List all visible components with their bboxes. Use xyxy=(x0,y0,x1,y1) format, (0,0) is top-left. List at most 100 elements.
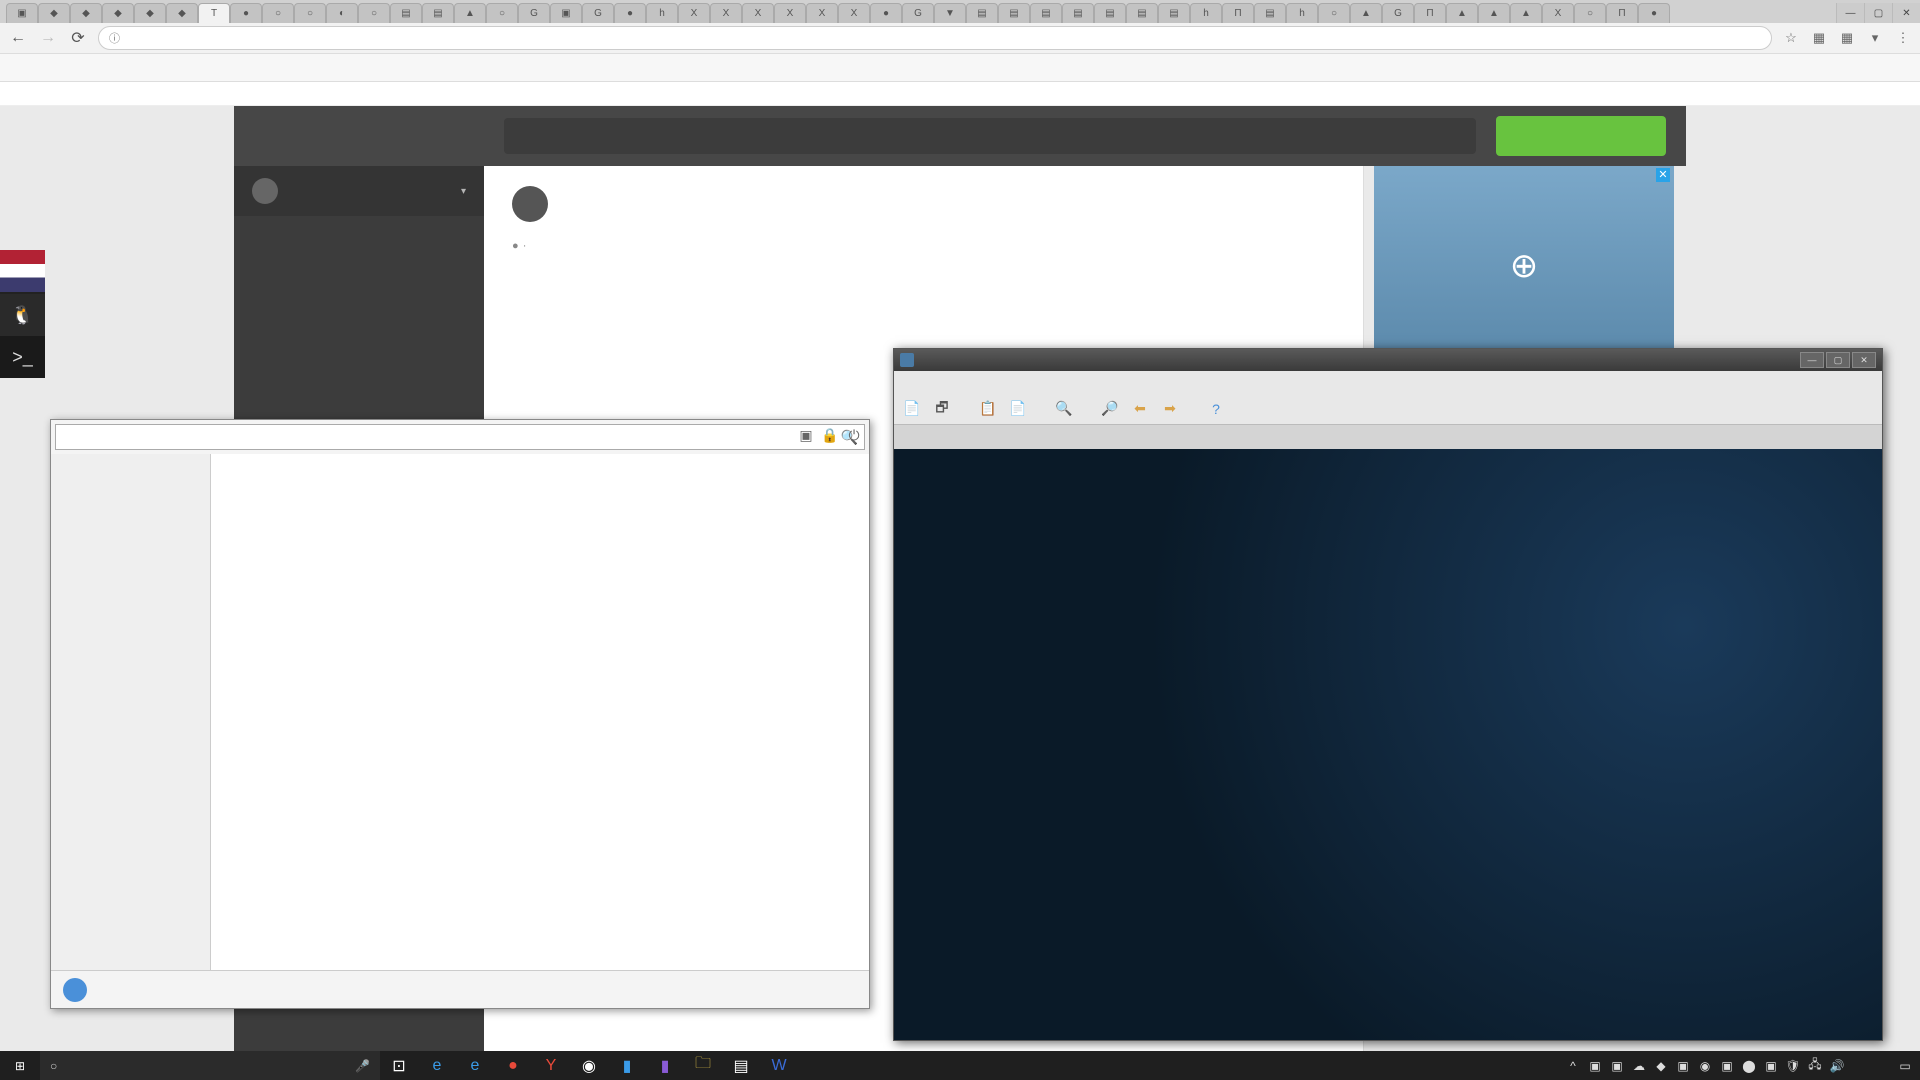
app-icon[interactable]: 🐧 xyxy=(0,294,45,336)
vscode-icon[interactable]: ▮ xyxy=(608,1051,646,1080)
browser-tab[interactable]: ▣ xyxy=(550,3,582,23)
browser-tab[interactable]: ▲ xyxy=(1446,3,1478,23)
flag-icon[interactable] xyxy=(0,250,45,292)
browser-tab[interactable]: ▲ xyxy=(1350,3,1382,23)
browser-tab[interactable]: h xyxy=(1286,3,1318,23)
app-icon[interactable]: ● xyxy=(494,1051,532,1080)
app-icon[interactable]: ▤ xyxy=(722,1051,760,1080)
tray-icon[interactable]: ▣ xyxy=(1606,1059,1628,1073)
maximize-button[interactable]: ▢ xyxy=(1864,3,1892,23)
tray-icon[interactable]: ◆ xyxy=(1650,1059,1672,1073)
browser-tab[interactable]: G xyxy=(902,3,934,23)
start-search[interactable]: 🔍 xyxy=(55,424,865,450)
tray-icon[interactable]: ☁ xyxy=(1628,1059,1650,1073)
browser-tab[interactable]: ▤ xyxy=(1158,3,1190,23)
browser-tab[interactable]: X xyxy=(1542,3,1574,23)
new-window-icon[interactable]: 🗗 xyxy=(930,397,954,421)
start-user-row[interactable] xyxy=(51,970,869,1008)
network-icon[interactable]: 🖧 xyxy=(1804,1055,1826,1076)
browser-tab[interactable]: X xyxy=(710,3,742,23)
vs-icon[interactable]: ▮ xyxy=(646,1051,684,1080)
browser-tab[interactable]: h xyxy=(646,3,678,23)
browser-tab[interactable]: ○ xyxy=(1574,3,1606,23)
browser-tab[interactable]: ▤ xyxy=(1030,3,1062,23)
terminal-output[interactable] xyxy=(894,449,1882,1040)
browser-tab-active[interactable]: Т xyxy=(198,3,230,23)
browser-tab[interactable]: ▤ xyxy=(998,3,1030,23)
browser-tab[interactable]: Π xyxy=(1222,3,1254,23)
browser-tab[interactable]: G xyxy=(518,3,550,23)
browser-tab[interactable]: ▤ xyxy=(390,3,422,23)
app-icon[interactable]: ⊡ xyxy=(380,1051,418,1080)
browser-tab[interactable]: ○ xyxy=(486,3,518,23)
menu-icon[interactable]: ⋮ xyxy=(1894,29,1912,47)
browser-tab[interactable]: ▤ xyxy=(966,3,998,23)
yandex-icon[interactable]: Y xyxy=(532,1051,570,1080)
browser-tab[interactable]: ◆ xyxy=(70,3,102,23)
site-search[interactable] xyxy=(504,118,1476,154)
close-button[interactable]: ✕ xyxy=(1892,3,1920,23)
browser-tab[interactable]: ▲ xyxy=(1478,3,1510,23)
browser-tab[interactable]: ◆ xyxy=(166,3,198,23)
word-icon[interactable]: W xyxy=(760,1051,798,1080)
browser-tab[interactable]: G xyxy=(1382,3,1414,23)
zoom-in-icon[interactable]: 🔎 xyxy=(1098,397,1122,421)
browser-tab[interactable]: h xyxy=(1190,3,1222,23)
notifications-icon[interactable]: ▭ xyxy=(1894,1059,1916,1073)
volume-icon[interactable]: 🔊 xyxy=(1826,1059,1848,1073)
browser-tab[interactable]: ○ xyxy=(1318,3,1350,23)
help-icon[interactable]: ? xyxy=(1204,397,1228,421)
taskbar-search[interactable]: ○🎤 xyxy=(40,1051,380,1080)
ext-icon[interactable]: ▦ xyxy=(1838,29,1856,47)
start-search-input[interactable] xyxy=(62,430,841,445)
back-button[interactable]: ← xyxy=(8,28,28,48)
browser-tab[interactable]: ▤ xyxy=(1254,3,1286,23)
paste-icon[interactable]: 📄 xyxy=(1006,397,1030,421)
browser-tab[interactable]: ▤ xyxy=(422,3,454,23)
browser-tab[interactable]: ▤ xyxy=(1126,3,1158,23)
browser-tab[interactable]: ◆ xyxy=(134,3,166,23)
maximize-button[interactable]: ▢ xyxy=(1826,352,1850,368)
tray-icon[interactable]: ▣ xyxy=(1760,1059,1782,1073)
browser-tab[interactable]: ● xyxy=(614,3,646,23)
browser-tab[interactable]: X xyxy=(774,3,806,23)
lock-icon[interactable]: 🔒 xyxy=(821,426,839,444)
browser-tab[interactable]: ○ xyxy=(294,3,326,23)
mic-icon[interactable]: 🎤 xyxy=(355,1059,370,1073)
browser-tab[interactable]: ● xyxy=(870,3,902,23)
url-input[interactable]: ⓘ xyxy=(98,26,1772,50)
sidebar-user[interactable]: ▾ xyxy=(234,166,484,216)
start-button[interactable]: ⊞ xyxy=(0,1051,40,1080)
tray-icon[interactable]: 🛡 xyxy=(1782,1059,1804,1073)
browser-tab[interactable]: ◆ xyxy=(38,3,70,23)
tray-icon[interactable]: ^ xyxy=(1562,1059,1584,1073)
tray-icon[interactable]: ▣ xyxy=(1672,1059,1694,1073)
browser-tab[interactable]: X xyxy=(806,3,838,23)
power-icon[interactable]: ⏻ xyxy=(845,426,863,444)
browser-tab[interactable]: X xyxy=(742,3,774,23)
browser-tab[interactable]: Π xyxy=(1606,3,1638,23)
forward-arrow-icon[interactable]: ➡ xyxy=(1158,397,1182,421)
browser-tab[interactable]: ○ xyxy=(262,3,294,23)
tray-icon[interactable]: ◉ xyxy=(1694,1059,1716,1073)
close-button[interactable]: ✕ xyxy=(1852,352,1876,368)
browser-tab[interactable]: X xyxy=(838,3,870,23)
browser-tab[interactable]: X xyxy=(678,3,710,23)
back-arrow-icon[interactable]: ⬅ xyxy=(1128,397,1152,421)
edge-icon[interactable]: e xyxy=(456,1051,494,1080)
browser-tab[interactable]: G xyxy=(582,3,614,23)
settings-icon[interactable]: ▣ xyxy=(797,426,815,444)
ad-banner[interactable]: ✕ ⊕ xyxy=(1374,166,1674,366)
tray-icon[interactable]: ▣ xyxy=(1716,1059,1738,1073)
browser-tab[interactable]: ▤ xyxy=(1094,3,1126,23)
forward-button[interactable]: → xyxy=(38,28,58,48)
browser-tab[interactable]: Π xyxy=(1414,3,1446,23)
edge-icon[interactable]: e xyxy=(418,1051,456,1080)
browser-tab[interactable]: ◆ xyxy=(102,3,134,23)
browser-tab[interactable]: ▤ xyxy=(1062,3,1094,23)
browser-tab[interactable]: ◐ xyxy=(326,3,358,23)
minimize-button[interactable]: — xyxy=(1836,3,1864,23)
terminal-shortcut-icon[interactable]: >_ xyxy=(0,336,45,378)
chrome-icon[interactable]: ◉ xyxy=(570,1051,608,1080)
reload-button[interactable]: ⟳ xyxy=(68,28,88,48)
